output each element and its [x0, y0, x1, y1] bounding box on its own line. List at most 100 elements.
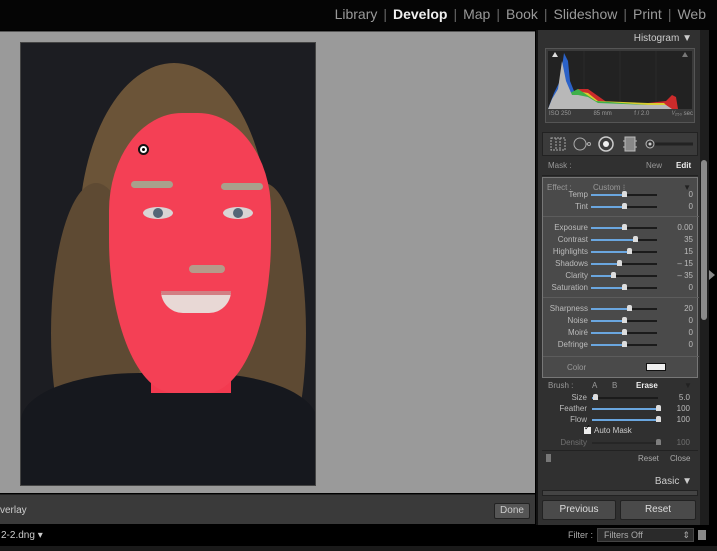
adjustment-brush-icon[interactable] — [645, 136, 695, 152]
slider-track[interactable] — [591, 248, 657, 254]
slider-knob[interactable] — [622, 317, 627, 323]
slider-knob[interactable] — [622, 329, 627, 335]
right-panel-scrollbar[interactable] — [700, 30, 709, 525]
slider-track[interactable] — [591, 329, 657, 335]
slider-value[interactable]: 0.00 — [677, 223, 693, 232]
filter-select[interactable]: Filters Off ⇕ — [597, 528, 694, 542]
image-canvas[interactable] — [0, 31, 535, 493]
slider-knob[interactable] — [656, 439, 661, 445]
exposure-slider[interactable]: Exposure 0.00 — [543, 222, 699, 233]
brush-density-slider[interactable]: Density 100 — [542, 437, 698, 448]
filename-dropdown[interactable]: 2-2.dng ▾ — [1, 530, 43, 541]
slider-knob[interactable] — [622, 341, 627, 347]
slider-track[interactable] — [591, 203, 657, 209]
slider-track[interactable] — [591, 191, 657, 197]
scrollbar-thumb[interactable] — [701, 160, 707, 320]
previous-button[interactable]: Previous — [542, 500, 616, 520]
sharpness-slider[interactable]: Sharpness 20 — [543, 303, 699, 314]
basic-section-header[interactable]: Basic ▼ — [655, 476, 692, 487]
spot-removal-icon[interactable] — [573, 136, 591, 152]
slider-value[interactable]: 0 — [689, 316, 693, 325]
slider-knob[interactable] — [593, 394, 599, 400]
slider-track[interactable] — [591, 272, 657, 278]
slider-track[interactable] — [592, 394, 658, 400]
mask-close-button[interactable]: Close — [670, 454, 690, 463]
slider-track[interactable] — [592, 439, 661, 445]
slider-value[interactable]: 0 — [689, 190, 693, 199]
slider-value[interactable]: – 15 — [677, 259, 693, 268]
slider-track[interactable] — [591, 284, 657, 290]
slider-value[interactable]: 0 — [689, 328, 693, 337]
slider-knob[interactable] — [627, 305, 633, 311]
brush-a-tab[interactable]: A — [592, 381, 597, 390]
crop-overlay-icon[interactable] — [549, 136, 567, 152]
color-swatch[interactable] — [646, 363, 666, 371]
filter-lock-icon[interactable] — [698, 530, 706, 540]
module-slideshow[interactable]: Slideshow — [551, 6, 621, 22]
mask-new-button[interactable]: New — [646, 161, 662, 170]
tint-slider[interactable]: Tint 0 — [543, 201, 699, 212]
slider-value[interactable]: 0 — [689, 202, 693, 211]
red-eye-icon[interactable] — [597, 136, 615, 152]
slider-knob[interactable] — [633, 236, 639, 242]
slider-value[interactable]: 100 — [677, 438, 690, 447]
slider-knob[interactable] — [617, 260, 623, 266]
slider-value[interactable]: 0 — [689, 283, 693, 292]
saturation-slider[interactable]: Saturation 0 — [543, 282, 699, 293]
module-map[interactable]: Map — [460, 6, 493, 22]
slider-value[interactable]: 5.0 — [679, 393, 690, 402]
photo-with-mask-overlay[interactable] — [20, 42, 316, 486]
slider-value[interactable]: 100 — [677, 404, 690, 413]
slider-track[interactable] — [591, 236, 657, 242]
slider-value[interactable]: 15 — [684, 247, 693, 256]
slider-value[interactable]: 20 — [684, 304, 693, 313]
right-panel-collapse-icon[interactable] — [709, 270, 715, 280]
collapse-triangle-icon[interactable]: ▼ — [684, 381, 692, 390]
graduated-filter-icon[interactable] — [621, 136, 639, 152]
slider-track[interactable] — [591, 317, 657, 323]
slider-knob[interactable] — [626, 248, 632, 254]
slider-value[interactable]: 0 — [689, 340, 693, 349]
module-book[interactable]: Book — [503, 6, 541, 22]
panel-switch-icon[interactable] — [546, 454, 551, 462]
temp-slider[interactable]: Temp 0 — [543, 189, 699, 200]
slider-track[interactable] — [591, 224, 657, 230]
brush-flow-slider[interactable]: Flow 100 — [542, 414, 698, 425]
slider-value[interactable]: – 35 — [677, 271, 693, 280]
brush-feather-slider[interactable]: Feather 100 — [542, 403, 698, 414]
slider-track[interactable] — [592, 405, 661, 411]
slider-track[interactable] — [591, 260, 657, 266]
slider-knob[interactable] — [656, 405, 661, 411]
slider-track[interactable] — [591, 341, 657, 347]
brush-b-tab[interactable]: B — [612, 381, 617, 390]
slider-knob[interactable] — [656, 416, 661, 422]
module-develop[interactable]: Develop — [390, 6, 450, 22]
reset-button[interactable]: Reset — [620, 500, 696, 520]
adjustment-pin-icon[interactable] — [138, 144, 149, 155]
module-web[interactable]: Web — [674, 6, 709, 22]
slider-knob[interactable] — [622, 224, 627, 230]
slider-value[interactable]: 100 — [677, 415, 690, 424]
moir-slider[interactable]: Moiré 0 — [543, 327, 699, 338]
slider-knob[interactable] — [610, 272, 616, 278]
contrast-slider[interactable]: Contrast 35 — [543, 234, 699, 245]
module-library[interactable]: Library — [332, 6, 381, 22]
mask-reset-button[interactable]: Reset — [638, 454, 659, 463]
highlights-slider[interactable]: Highlights 15 — [543, 246, 699, 257]
slider-track[interactable] — [592, 416, 661, 422]
histogram-header[interactable]: Histogram ▼ — [634, 33, 692, 44]
slider-value[interactable]: 35 — [684, 235, 693, 244]
slider-knob[interactable] — [622, 191, 627, 197]
defringe-slider[interactable]: Defringe 0 — [543, 339, 699, 350]
brush-size-slider[interactable]: Size 5.0 — [542, 392, 698, 403]
brush-erase-tab[interactable]: Erase — [636, 381, 658, 390]
slider-track[interactable] — [591, 305, 657, 311]
slider-knob[interactable] — [622, 203, 627, 209]
mask-edit-button[interactable]: Edit — [676, 161, 691, 170]
module-print[interactable]: Print — [630, 6, 665, 22]
noise-slider[interactable]: Noise 0 — [543, 315, 699, 326]
clarity-slider[interactable]: Clarity – 35 — [543, 270, 699, 281]
slider-knob[interactable] — [622, 284, 627, 290]
shadows-slider[interactable]: Shadows – 15 — [543, 258, 699, 269]
auto-mask-checkbox[interactable]: Auto Mask — [584, 423, 632, 435]
